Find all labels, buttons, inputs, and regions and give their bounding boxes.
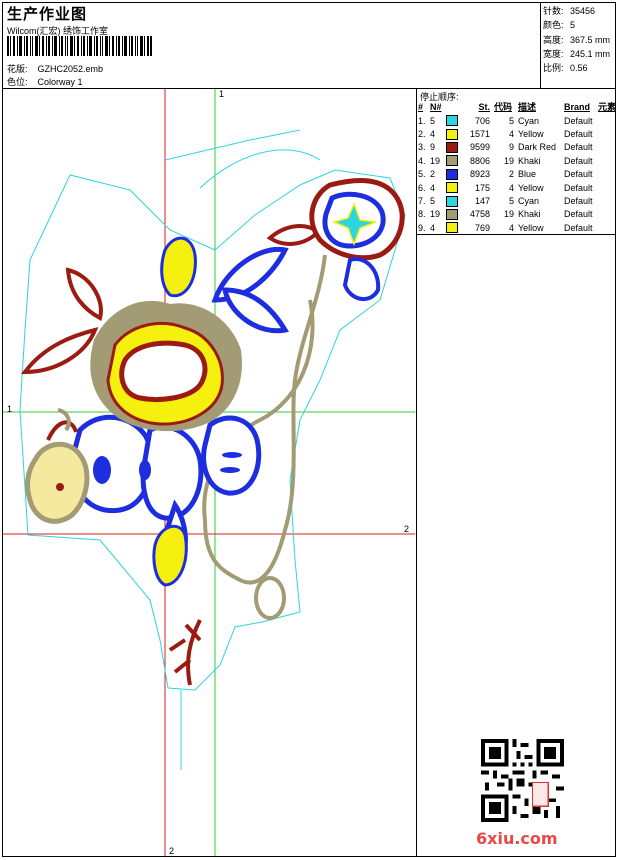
- watermark: 6xiu.com: [476, 829, 558, 848]
- red-axis-label-right: 2: [404, 524, 410, 534]
- cyan-outline-upper: [164, 129, 321, 189]
- red-axis-label-bottom: 2: [169, 846, 175, 856]
- left-small-flower: [25, 408, 90, 524]
- upper-right-flower: [309, 178, 405, 301]
- green-axis-label-top: 1: [219, 89, 225, 99]
- embroidery-design: [3, 89, 415, 856]
- main-flower: [90, 300, 242, 431]
- qr-code: [481, 739, 564, 822]
- green-axis-label-left: 1: [7, 404, 13, 414]
